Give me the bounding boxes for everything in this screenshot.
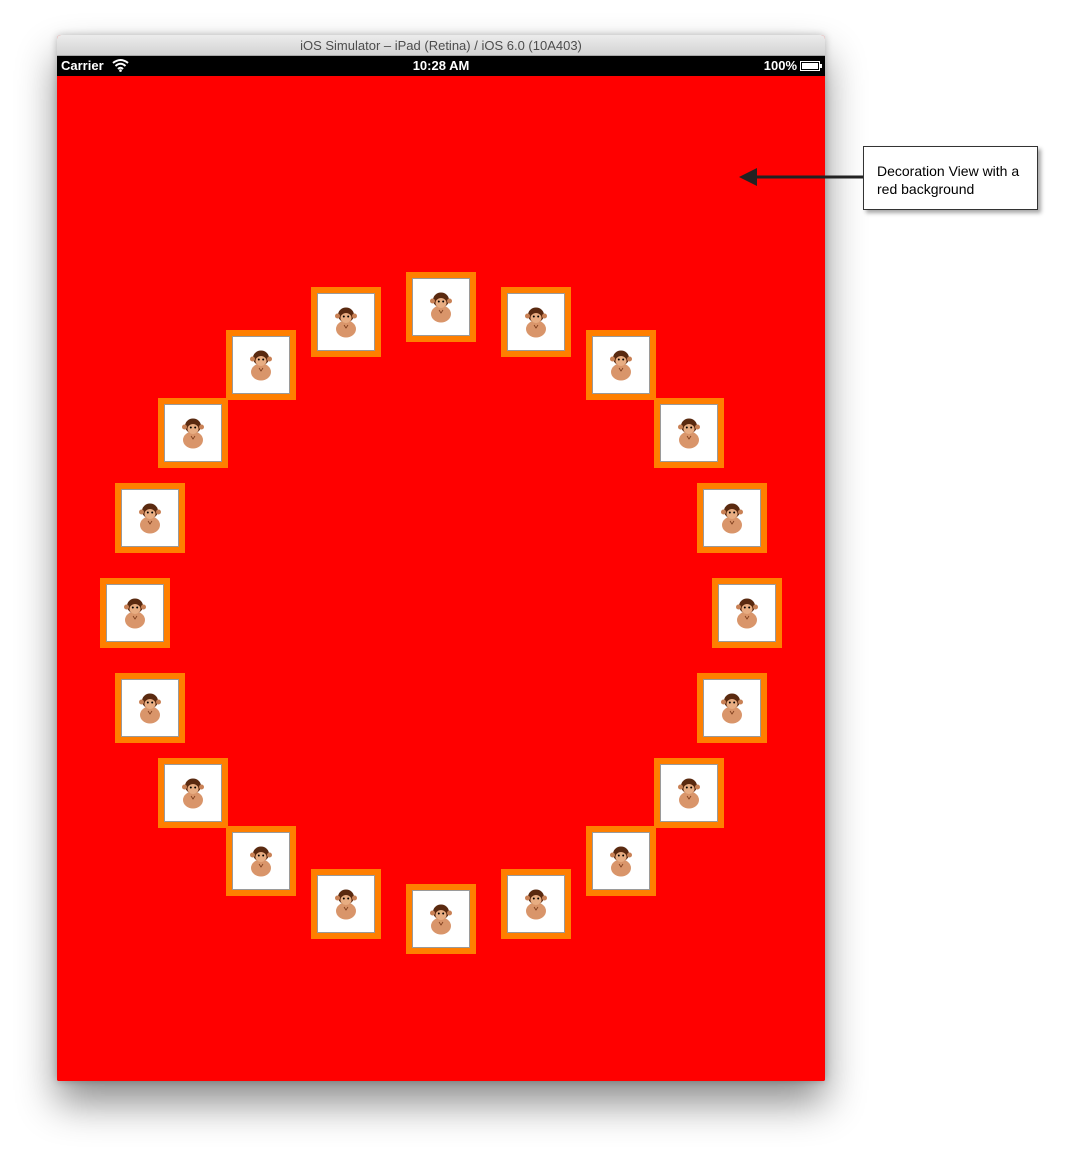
- monkey-icon: [335, 889, 358, 920]
- cell-image-frame: [121, 678, 179, 737]
- monkey-icon: [139, 693, 161, 724]
- cell-image-frame: [591, 831, 650, 890]
- cell-image-frame: [232, 831, 291, 890]
- monkey-icon: [524, 889, 547, 920]
- decoration-view: [57, 76, 825, 1081]
- monkey-icon: [250, 350, 273, 381]
- cell-image-frame: [506, 875, 565, 933]
- collection-cell[interactable]: [653, 398, 724, 469]
- battery-percent: 100%: [763, 58, 797, 73]
- monkey-icon: [609, 846, 632, 877]
- cell-image-frame: [412, 278, 470, 336]
- monkey-icon: [124, 598, 146, 629]
- cell-image-frame: [659, 404, 718, 463]
- cell-image-frame: [506, 293, 565, 351]
- collection-cell[interactable]: [697, 672, 767, 743]
- monkey-icon: [677, 418, 700, 449]
- collection-cell[interactable]: [115, 483, 185, 554]
- collection-cell[interactable]: [226, 825, 297, 896]
- collection-cell[interactable]: [311, 287, 382, 357]
- cell-image-frame: [106, 584, 164, 642]
- monkey-icon: [335, 307, 358, 338]
- collection-cell[interactable]: [100, 578, 170, 648]
- callout-arrow: [739, 168, 863, 186]
- monkey-icon: [250, 846, 273, 877]
- cell-image-frame: [164, 763, 223, 822]
- battery-icon: [800, 61, 822, 71]
- cell-image-frame: [121, 489, 179, 548]
- cell-image-frame: [659, 763, 718, 822]
- window-title-bar[interactable]: iOS Simulator – iPad (Retina) / iOS 6.0 …: [57, 35, 825, 56]
- cell-image-frame: [703, 678, 761, 737]
- collection-cell[interactable]: [158, 757, 229, 828]
- monkey-icon: [736, 598, 758, 629]
- collection-cell[interactable]: [653, 757, 724, 828]
- monkey-icon: [524, 307, 547, 338]
- cell-image-frame: [718, 584, 776, 642]
- cell-image-frame: [703, 489, 761, 548]
- window-title: iOS Simulator – iPad (Retina) / iOS 6.0 …: [300, 38, 582, 53]
- monkey-icon: [721, 693, 743, 724]
- collection-cell[interactable]: [712, 578, 782, 648]
- monkey-icon: [609, 350, 632, 381]
- status-bar: Carrier 10:28 AM 100%: [57, 56, 825, 76]
- monkey-icon: [182, 418, 205, 449]
- cell-image-frame: [232, 336, 291, 395]
- monkey-icon: [139, 503, 161, 534]
- cell-image-frame: [591, 336, 650, 395]
- monkey-icon: [430, 904, 452, 935]
- collection-cell[interactable]: [585, 330, 656, 401]
- collection-cell[interactable]: [311, 869, 382, 939]
- annotation-callout: Decoration View with a red background: [863, 146, 1038, 210]
- status-time: 10:28 AM: [412, 58, 470, 73]
- monkey-icon: [182, 778, 205, 809]
- collection-cell[interactable]: [697, 483, 767, 554]
- simulator-window: iOS Simulator – iPad (Retina) / iOS 6.0 …: [57, 35, 825, 1081]
- cell-image-frame: [412, 890, 470, 948]
- collection-cell[interactable]: [158, 398, 229, 469]
- cell-image-frame: [164, 404, 223, 463]
- monkey-icon: [721, 503, 743, 534]
- callout-text-line1: Decoration View with a: [877, 163, 1020, 179]
- cell-image-frame: [317, 875, 376, 933]
- collection-cell[interactable]: [500, 869, 571, 939]
- cell-image-frame: [317, 293, 376, 351]
- collection-cell[interactable]: [500, 287, 571, 357]
- collection-cell[interactable]: [585, 825, 656, 896]
- collection-cell[interactable]: [406, 272, 476, 342]
- callout-text-line2: red background: [877, 181, 975, 197]
- monkey-icon: [430, 292, 452, 323]
- collection-cell[interactable]: [115, 672, 185, 743]
- collection-cell[interactable]: [226, 330, 297, 401]
- collection-cell[interactable]: [406, 884, 476, 954]
- monkey-icon: [677, 778, 700, 809]
